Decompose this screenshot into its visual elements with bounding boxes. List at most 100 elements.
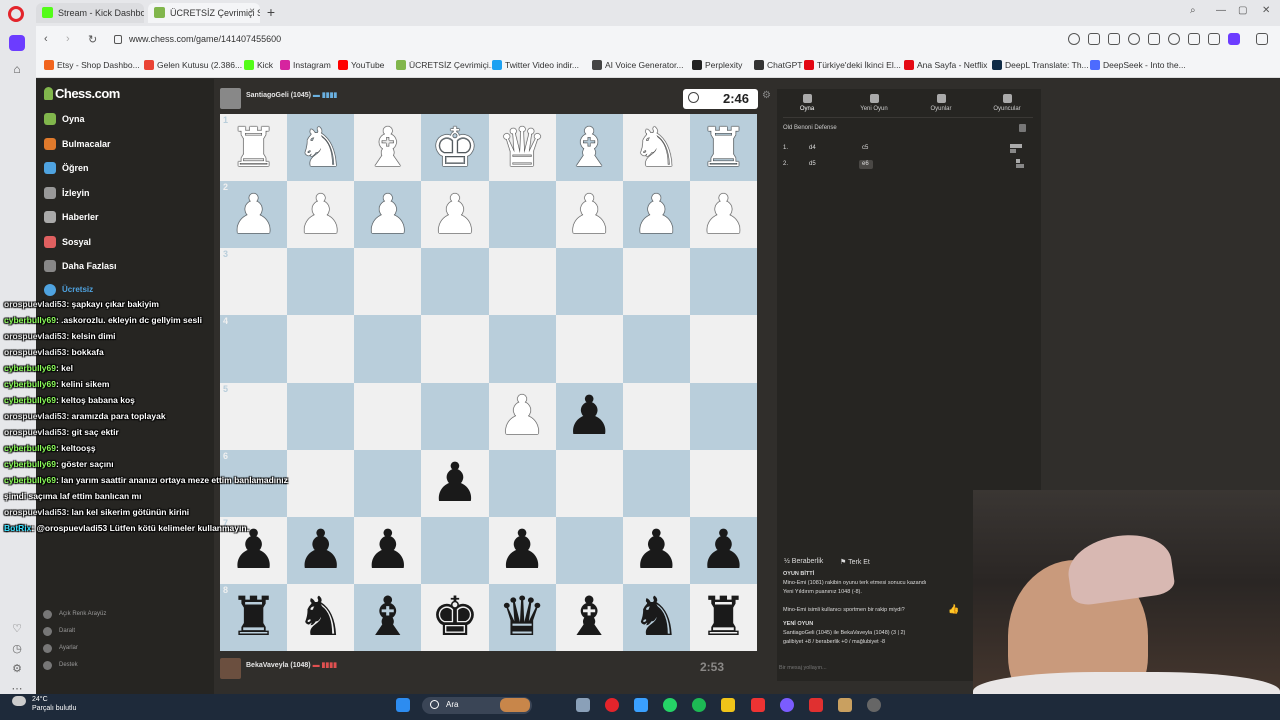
app-icon-gray[interactable] bbox=[867, 698, 881, 712]
white-pawn-icon[interactable]: ♟ bbox=[229, 187, 277, 242]
board-square[interactable]: ♚ bbox=[421, 114, 489, 182]
white-pawn-icon[interactable]: ♟ bbox=[565, 187, 613, 242]
board-square[interactable]: ♛ bbox=[488, 114, 556, 182]
panel-tab-1[interactable]: Yeni Oyun bbox=[844, 92, 904, 112]
nav-item-0[interactable]: Oyna bbox=[42, 110, 85, 130]
board-square[interactable]: ♟ bbox=[622, 516, 690, 584]
board-square[interactable] bbox=[622, 248, 690, 316]
white-knight-icon[interactable]: ♞ bbox=[296, 120, 344, 175]
board-square[interactable] bbox=[555, 248, 623, 316]
black-pawn-icon[interactable]: ♟ bbox=[296, 523, 344, 577]
nav-item-4[interactable]: Haberler bbox=[42, 208, 99, 228]
board-square[interactable]: ♟ bbox=[421, 181, 489, 249]
discord-icon[interactable] bbox=[780, 698, 794, 712]
bookmark-item[interactable]: AI Voice Generator... bbox=[592, 60, 683, 70]
move-white[interactable]: d4 bbox=[809, 145, 816, 151]
board-square[interactable]: 2 ♟ bbox=[220, 181, 288, 249]
white-bishop-icon[interactable]: ♝ bbox=[364, 120, 412, 175]
board-square[interactable]: ♟ bbox=[555, 181, 623, 249]
board-square[interactable]: 3 bbox=[220, 248, 288, 316]
white-rook-icon[interactable]: ♜ bbox=[699, 120, 747, 175]
board-square[interactable]: ♞ bbox=[287, 114, 355, 182]
windows-start-icon[interactable] bbox=[396, 698, 410, 712]
board-square[interactable] bbox=[622, 449, 690, 517]
board-square[interactable] bbox=[622, 382, 690, 450]
edit-icon[interactable] bbox=[1088, 33, 1100, 45]
black-knight-icon[interactable]: ♞ bbox=[296, 590, 344, 644]
board-square[interactable]: ♟ bbox=[488, 382, 556, 450]
black-pawn-icon[interactable]: ♟ bbox=[699, 523, 747, 577]
board-square[interactable] bbox=[421, 382, 489, 450]
board-square[interactable] bbox=[354, 315, 422, 383]
opera-taskbar-icon[interactable] bbox=[605, 698, 619, 712]
copilot-icon[interactable] bbox=[634, 698, 648, 712]
black-king-icon[interactable]: ♚ bbox=[431, 590, 479, 644]
footer-nav-item[interactable]: Daralt bbox=[42, 627, 75, 636]
white-pawn-icon[interactable]: ♟ bbox=[699, 187, 747, 242]
bottom-player[interactable]: BekaVaveyla (1048) ▬ ▮▮▮▮ bbox=[220, 658, 337, 680]
board-square[interactable] bbox=[287, 449, 355, 517]
back-icon[interactable]: ‹ bbox=[44, 33, 48, 45]
easy-setup-icon[interactable] bbox=[1256, 33, 1268, 45]
move-black[interactable]: e6 bbox=[862, 161, 869, 167]
bookmark-item[interactable]: Gelen Kutusu (2.386... bbox=[144, 60, 242, 70]
aria-icon[interactable] bbox=[9, 35, 25, 51]
board-square[interactable]: ♟ bbox=[354, 516, 422, 584]
task-view-icon[interactable] bbox=[576, 698, 590, 712]
footer-nav-item[interactable]: Ayarlar bbox=[42, 644, 78, 653]
board-square[interactable] bbox=[555, 315, 623, 383]
heart-icon[interactable]: ♡ bbox=[9, 622, 25, 638]
bookmark-item[interactable]: ChatGPT bbox=[754, 60, 802, 70]
black-pawn-icon[interactable]: ♟ bbox=[632, 523, 680, 577]
board-square[interactable]: ♟ bbox=[689, 516, 757, 584]
board-square[interactable]: ♞ bbox=[287, 583, 355, 651]
board-square[interactable] bbox=[287, 248, 355, 316]
board-square[interactable] bbox=[287, 315, 355, 383]
panel-tab-0[interactable]: Oyna bbox=[777, 92, 837, 112]
close-window-icon[interactable]: ✕ bbox=[1262, 5, 1270, 16]
board-square[interactable]: 1 ♜ bbox=[220, 114, 288, 182]
history-icon[interactable]: ◷ bbox=[9, 642, 25, 658]
board-square[interactable] bbox=[689, 449, 757, 517]
board-square[interactable] bbox=[689, 248, 757, 316]
home-icon[interactable]: ⌂ bbox=[9, 62, 25, 78]
board-square[interactable]: ♝ bbox=[555, 583, 623, 651]
thumbs-up-icon[interactable]: 👍 bbox=[948, 604, 959, 615]
maximize-icon[interactable]: ▢ bbox=[1238, 5, 1247, 16]
board-square[interactable] bbox=[622, 315, 690, 383]
board-square[interactable]: 4 bbox=[220, 315, 288, 383]
board-square[interactable]: ♛ bbox=[488, 583, 556, 651]
board-square[interactable] bbox=[488, 181, 556, 249]
trash-icon[interactable] bbox=[1019, 124, 1026, 132]
white-queen-icon[interactable]: ♛ bbox=[498, 120, 546, 175]
board-square[interactable] bbox=[421, 248, 489, 316]
bookmark-item[interactable]: YouTube bbox=[338, 60, 384, 70]
black-pawn-icon[interactable]: ♟ bbox=[498, 523, 546, 577]
board-square[interactable]: ♟ bbox=[622, 181, 690, 249]
url-field[interactable]: www.chess.com/game/141407455600 bbox=[129, 34, 281, 44]
board-square[interactable]: ♚ bbox=[421, 583, 489, 651]
lock-icon[interactable] bbox=[114, 35, 122, 44]
resign-button[interactable]: ⚑ Terk Et bbox=[840, 558, 870, 566]
black-pawn-icon[interactable]: ♟ bbox=[364, 523, 412, 577]
board-square[interactable] bbox=[354, 248, 422, 316]
browser-tab-chess[interactable]: ÜCRETSİZ Çevrimiçi Sa × bbox=[148, 3, 260, 23]
bookmark-item[interactable]: Ana Sayfa - Netflix bbox=[904, 60, 987, 70]
board-square[interactable]: 8 ♜ bbox=[220, 583, 288, 651]
panel-tab-2[interactable]: Oyunlar bbox=[911, 92, 971, 112]
chess-logo[interactable]: Chess.com bbox=[44, 86, 120, 101]
footer-nav-item[interactable]: Açık Renk Arayüz bbox=[42, 610, 106, 619]
draw-button[interactable]: ½ Beraberlik bbox=[784, 558, 823, 565]
weather-widget[interactable]: 24°C Parçalı bulutlu bbox=[10, 695, 76, 713]
black-knight-icon[interactable]: ♞ bbox=[632, 590, 680, 644]
profile-icon[interactable] bbox=[1228, 33, 1240, 45]
board-square[interactable] bbox=[488, 248, 556, 316]
board-square[interactable]: ♝ bbox=[354, 114, 422, 182]
board-square[interactable]: ♟ bbox=[287, 181, 355, 249]
black-bishop-icon[interactable]: ♝ bbox=[364, 590, 412, 644]
board-square[interactable]: ♜ bbox=[689, 114, 757, 182]
move-white[interactable]: d5 bbox=[809, 161, 816, 167]
board-square[interactable]: ♞ bbox=[622, 583, 690, 651]
board-square[interactable]: ♟ bbox=[689, 181, 757, 249]
settings-icon[interactable]: ⚙ bbox=[9, 662, 25, 678]
